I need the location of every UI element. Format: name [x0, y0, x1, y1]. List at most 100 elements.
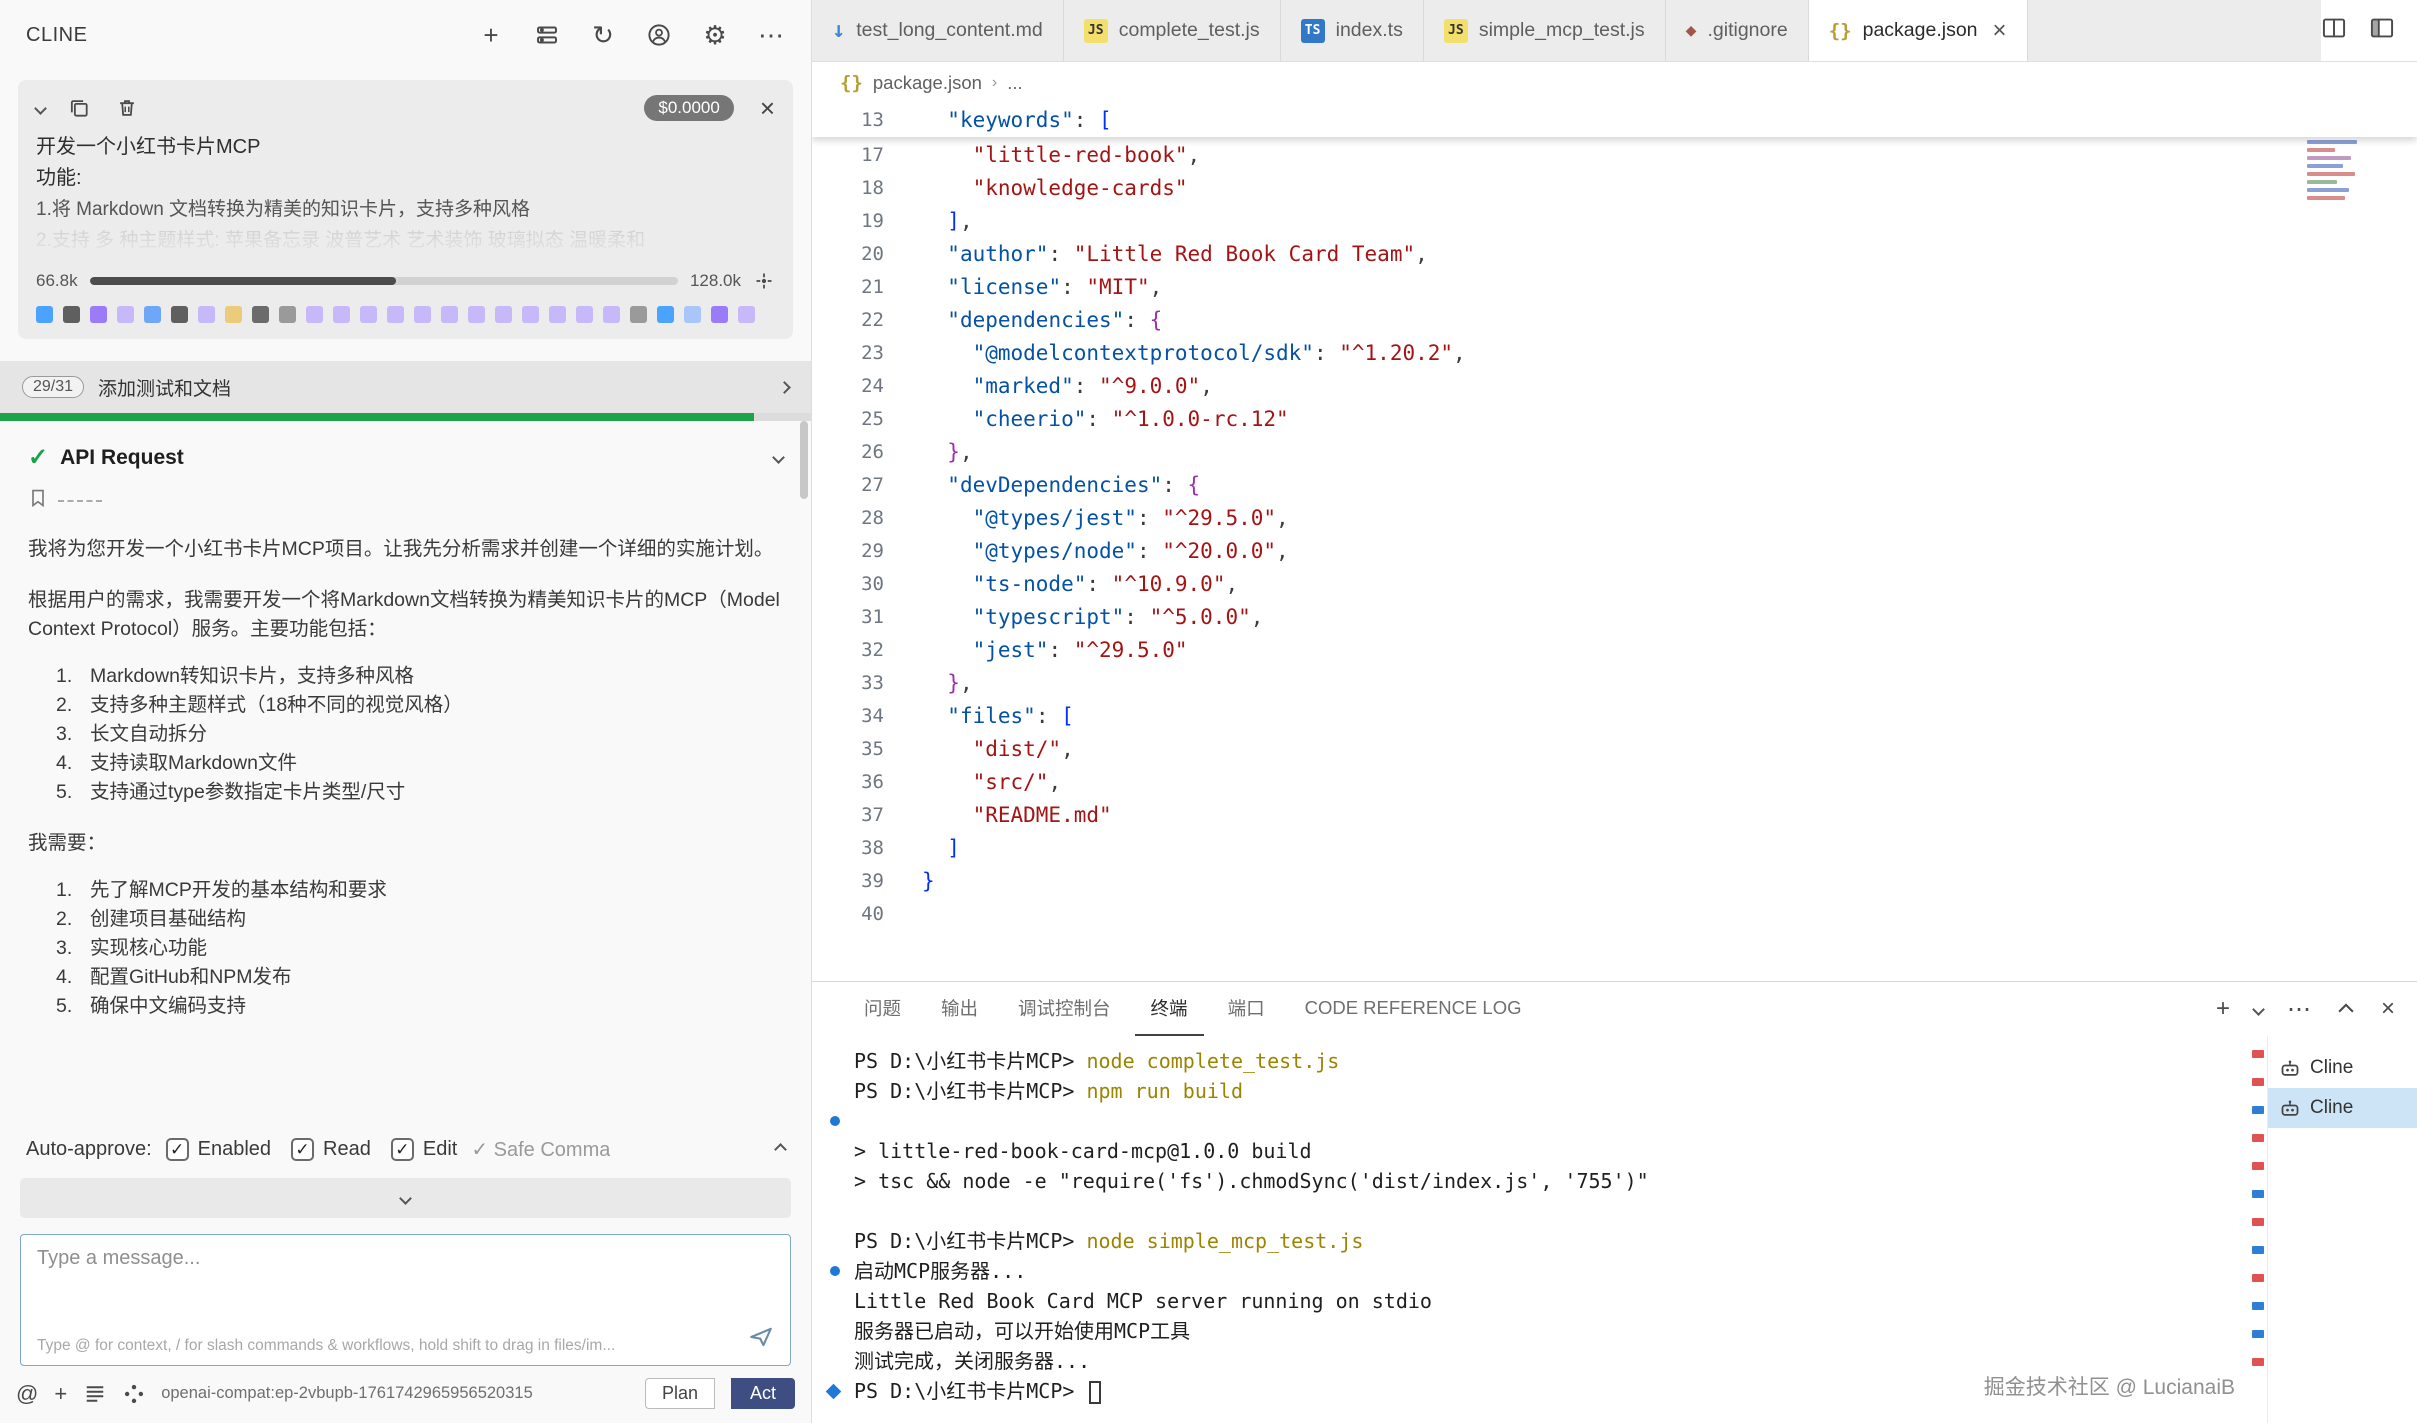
scrollbar-thumb[interactable]	[800, 421, 808, 499]
breadcrumb-more[interactable]: ...	[1007, 72, 1022, 94]
auto-approve-option[interactable]: ✓Edit	[391, 1138, 457, 1161]
token-square[interactable]	[252, 306, 269, 323]
token-square[interactable]	[495, 306, 512, 323]
delete-task-icon[interactable]	[113, 94, 141, 122]
panel-tab[interactable]: 输出	[925, 982, 994, 1036]
plan-button[interactable]: Plan	[645, 1378, 715, 1409]
code-line[interactable]: 23 "@modelcontextprotocol/sdk": "^1.20.2…	[812, 337, 2417, 370]
breadcrumb-file[interactable]: package.json	[873, 72, 982, 94]
token-square[interactable]	[657, 306, 674, 323]
message-input-box[interactable]: Type @ for context, / for slash commands…	[20, 1234, 791, 1366]
mcp-servers-icon[interactable]	[533, 21, 561, 49]
token-square[interactable]	[441, 306, 458, 323]
code-line[interactable]: 35 "dist/",	[812, 733, 2417, 766]
bookmark-icon[interactable]	[28, 488, 48, 513]
code-line[interactable]: 31 "typescript": "^5.0.0",	[812, 601, 2417, 634]
act-button[interactable]: Act	[731, 1378, 795, 1409]
code-line[interactable]: 33 },	[812, 667, 2417, 700]
layout-icon[interactable]	[2369, 15, 2395, 46]
editor-tab[interactable]: JSsimple_mcp_test.js	[1424, 0, 1666, 61]
token-square[interactable]	[630, 306, 647, 323]
add-context-icon[interactable]: +	[54, 1381, 67, 1407]
command-decoration-dot[interactable]	[830, 1266, 840, 1276]
checkbox-checked[interactable]: ✓	[391, 1138, 414, 1161]
panel-tab[interactable]: 终端	[1135, 982, 1204, 1036]
token-square[interactable]	[360, 306, 377, 323]
panel-tab[interactable]: CODE REFERENCE LOG	[1289, 982, 1538, 1036]
checkbox-checked[interactable]: ✓	[166, 1138, 189, 1161]
token-square[interactable]	[549, 306, 566, 323]
context-expand-icon[interactable]	[753, 270, 775, 292]
panel-more-icon[interactable]: ⋯	[2287, 995, 2311, 1024]
code-line[interactable]: 28 "@types/jest": "^29.5.0",	[812, 502, 2417, 535]
auto-approve-option[interactable]: ✓Enabled	[166, 1138, 271, 1161]
code-line[interactable]: 19 ],	[812, 205, 2417, 238]
code-line[interactable]: 21 "license": "MIT",	[812, 271, 2417, 304]
code-line[interactable]: 34 "files": [	[812, 700, 2417, 733]
auto-approve-row[interactable]: Auto-approve: ✓Enabled✓Read✓Edit ✓ Safe …	[0, 1127, 811, 1172]
terminal-list-item[interactable]: Cline	[2268, 1088, 2417, 1128]
token-square[interactable]	[279, 306, 296, 323]
collapse-task-icon[interactable]	[34, 102, 47, 115]
token-square[interactable]	[684, 306, 701, 323]
token-square[interactable]	[522, 306, 539, 323]
close-panel-icon[interactable]: ×	[2381, 995, 2395, 1023]
checkbox-checked[interactable]: ✓	[291, 1138, 314, 1161]
code-line[interactable]: 38 ]	[812, 832, 2417, 865]
panel-tab[interactable]: 调试控制台	[1002, 982, 1127, 1036]
copy-icon[interactable]	[65, 94, 93, 122]
account-icon[interactable]	[645, 21, 673, 49]
token-square[interactable]	[36, 306, 53, 323]
token-square[interactable]	[711, 306, 728, 323]
token-square[interactable]	[414, 306, 431, 323]
editor-tab[interactable]: TSindex.ts	[1281, 0, 1424, 61]
panel-tab[interactable]: 问题	[848, 982, 917, 1036]
maximize-panel-icon[interactable]	[2335, 998, 2357, 1020]
code-line[interactable]: 29 "@types/node": "^20.0.0",	[812, 535, 2417, 568]
token-square[interactable]	[90, 306, 107, 323]
code-line[interactable]: 24 "marked": "^9.0.0",	[812, 370, 2417, 403]
code-line[interactable]: 22 "dependencies": {	[812, 304, 2417, 337]
code-line[interactable]: 25 "cheerio": "^1.0.0-rc.12"	[812, 403, 2417, 436]
mention-icon[interactable]: @	[16, 1381, 38, 1407]
code-line[interactable]: 17 "little-red-book",	[812, 139, 2417, 172]
command-decoration-dot[interactable]	[830, 1116, 840, 1126]
token-square[interactable]	[198, 306, 215, 323]
token-square[interactable]	[63, 306, 80, 323]
token-square[interactable]	[144, 306, 161, 323]
code-line[interactable]: 36 "src/",	[812, 766, 2417, 799]
api-request-header[interactable]: ✓ API Request	[28, 443, 783, 472]
editor-tab[interactable]: {}package.json×	[1809, 0, 2028, 61]
code-line[interactable]: 18 "knowledge-cards"	[812, 172, 2417, 205]
mcp-icon[interactable]	[123, 1383, 145, 1405]
split-editor-icon[interactable]	[2321, 15, 2347, 46]
breadcrumb[interactable]: {} package.json › ...	[812, 62, 2417, 104]
code-line[interactable]: 39}	[812, 865, 2417, 898]
code-line[interactable]: 30 "ts-node": "^10.9.0",	[812, 568, 2417, 601]
editor-tab[interactable]: JScomplete_test.js	[1064, 0, 1281, 61]
new-task-icon[interactable]: +	[477, 21, 505, 49]
terminal[interactable]: PS D:\小红书卡片MCP> node complete_test.jsPS …	[812, 1036, 2249, 1423]
new-terminal-icon[interactable]: +	[2216, 995, 2230, 1023]
code-editor[interactable]: 13 "keywords": [17 "little-red-book",18 …	[812, 104, 2417, 981]
more-icon[interactable]: ⋯	[757, 21, 785, 49]
model-selector[interactable]: openai-compat:ep-2vbupb-1761742965956520…	[161, 1384, 533, 1403]
chevron-up-icon[interactable]	[774, 1143, 787, 1156]
token-square[interactable]	[306, 306, 323, 323]
token-square[interactable]	[333, 306, 350, 323]
rules-icon[interactable]	[83, 1382, 107, 1406]
code-line[interactable]: 40	[812, 898, 2417, 931]
code-line[interactable]: 26 },	[812, 436, 2417, 469]
token-square[interactable]	[603, 306, 620, 323]
message-input[interactable]	[37, 1247, 774, 1270]
close-task-icon[interactable]: ×	[760, 95, 775, 121]
settings-icon[interactable]: ⚙	[701, 21, 729, 49]
token-square[interactable]	[576, 306, 593, 323]
close-icon[interactable]: ×	[1993, 17, 2007, 45]
code-line[interactable]: 37 "README.md"	[812, 799, 2417, 832]
editor-tab[interactable]: ◆.gitignore	[1666, 0, 1809, 61]
chevron-down-icon[interactable]	[772, 451, 785, 464]
code-line[interactable]: 20 "author": "Little Red Book Card Team"…	[812, 238, 2417, 271]
todo-progress[interactable]: 29/31 添加测试和文档	[0, 361, 811, 413]
collapsed-section-bar[interactable]	[20, 1178, 791, 1218]
